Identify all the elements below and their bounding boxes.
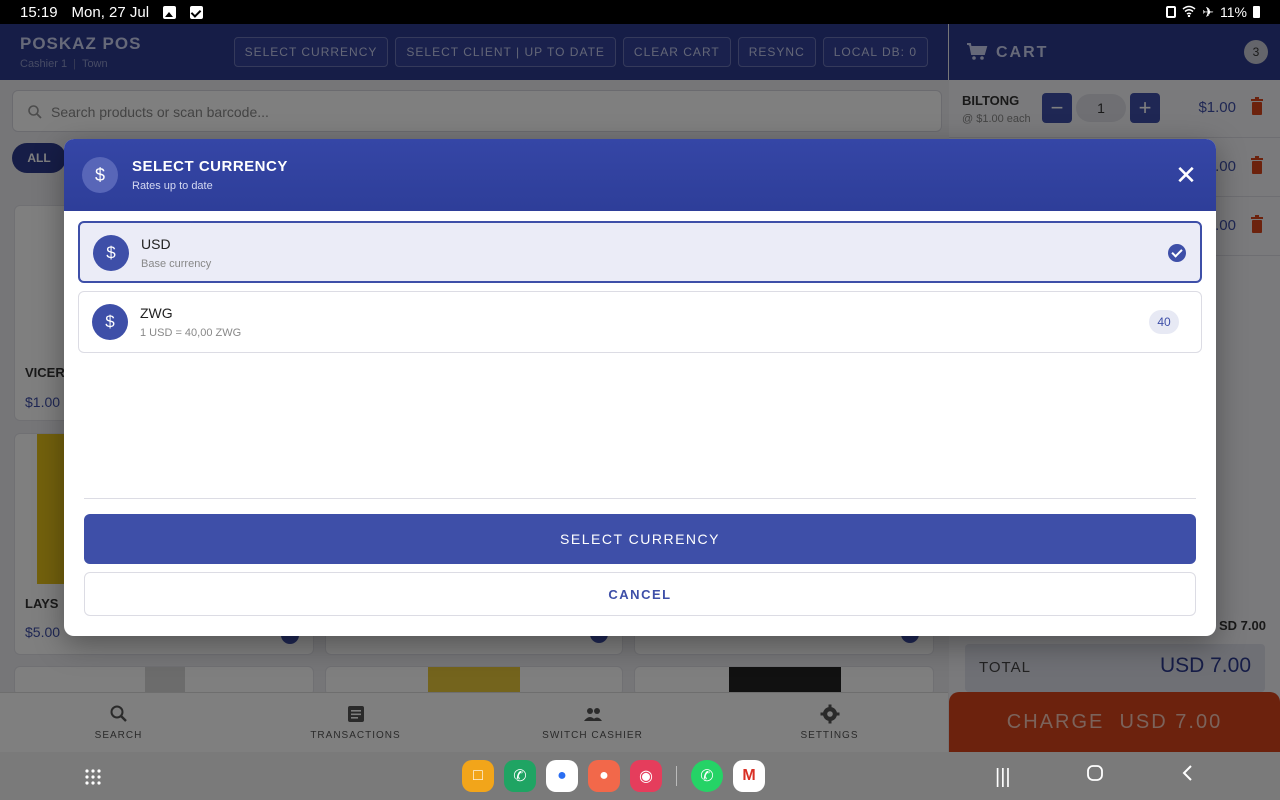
rate-badge: 40 (1149, 310, 1179, 334)
back-icon[interactable] (1180, 764, 1194, 788)
home-icon[interactable] (1086, 764, 1104, 788)
whatsapp-app-icon[interactable]: ✆ (691, 760, 723, 792)
system-nav-bar: □ ✆ ● ● ◉ ✆ M ||| (0, 752, 1280, 800)
app-drawer-icon[interactable] (84, 768, 102, 786)
select-currency-confirm-button[interactable]: SELECT CURRENCY (84, 514, 1196, 564)
dialog-title: SELECT CURRENCY (132, 158, 288, 175)
battery-icon (1253, 6, 1260, 18)
recents-icon[interactable]: ||| (995, 766, 1011, 789)
status-bar: 15:19 Mon, 27 Jul ✈ 11% (0, 0, 1280, 24)
contacts-app-icon[interactable]: ● (588, 760, 620, 792)
dollar-icon: $ (92, 304, 128, 340)
dollar-icon: $ (82, 157, 118, 193)
currency-code: USD (141, 236, 171, 252)
currency-description: Base currency (141, 258, 212, 270)
cancel-button[interactable]: CANCEL (84, 572, 1196, 616)
dialog-subtitle: Rates up to date (132, 180, 213, 192)
messages-app-icon[interactable]: ● (546, 760, 578, 792)
task-notification-icon (190, 5, 204, 19)
phone-app-icon[interactable]: ✆ (504, 760, 536, 792)
currency-code: ZWG (140, 305, 173, 321)
check-icon (1168, 244, 1186, 262)
wifi-icon (1182, 4, 1196, 20)
currency-option-usd[interactable]: $ USD Base currency (78, 221, 1202, 283)
airplane-icon: ✈ (1202, 3, 1215, 20)
camera-app-icon[interactable]: ◉ (630, 760, 662, 792)
close-icon[interactable]: ✕ (1174, 162, 1198, 188)
gmail-app-icon[interactable]: M (733, 760, 765, 792)
select-currency-dialog: $ SELECT CURRENCY Rates up to date ✕ $ U… (64, 139, 1216, 636)
battery-text: 11% (1220, 4, 1247, 20)
dialog-header: $ SELECT CURRENCY Rates up to date ✕ (64, 139, 1216, 211)
status-date: Mon, 27 Jul (71, 3, 150, 21)
divider (84, 498, 1196, 499)
currency-option-zwg[interactable]: $ ZWG 1 USD = 40,00 ZWG 40 (78, 291, 1202, 353)
dollar-icon: $ (93, 235, 129, 271)
currency-description: 1 USD = 40,00 ZWG (140, 327, 242, 339)
app-dock: □ ✆ ● ● ◉ ✆ M (462, 760, 765, 792)
lock-icon (1166, 6, 1177, 18)
gallery-notification-icon (163, 5, 177, 19)
files-app-icon[interactable]: □ (462, 760, 494, 792)
dock-divider (676, 766, 677, 786)
status-time: 15:19 (20, 3, 58, 21)
